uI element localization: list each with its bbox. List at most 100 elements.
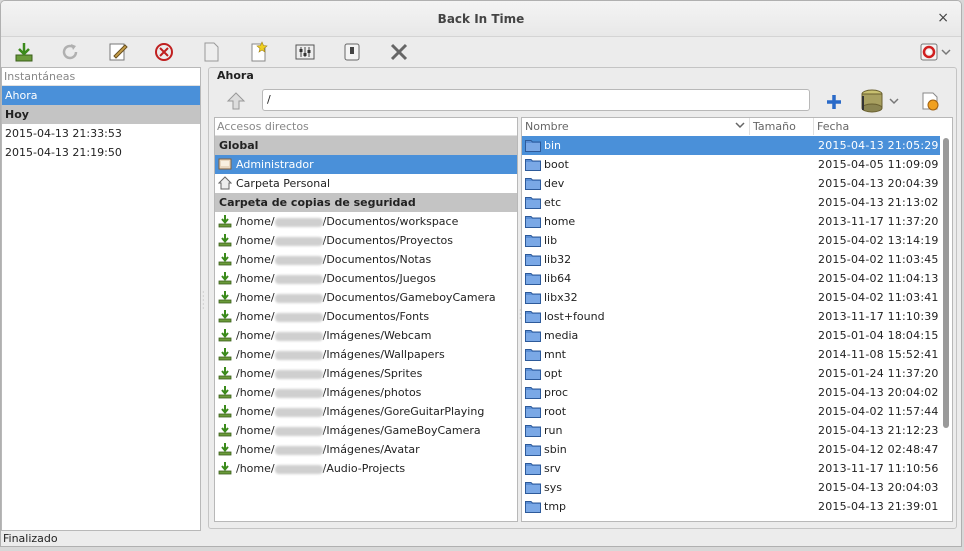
file-name: lost+found — [544, 310, 605, 323]
snapshots-list[interactable]: Instantáneas Ahora Hoy 2015-04-13 21:33:… — [1, 67, 201, 531]
file-name: lib32 — [544, 253, 572, 266]
backup-folder-icon — [218, 214, 232, 228]
file-row[interactable]: mnt 2014-11-08 15:52:41 — [522, 345, 940, 364]
file-date: 2015-04-02 11:03:41 — [818, 291, 939, 304]
shortcut-backup-folder[interactable]: /home/ /Imágenes/Webcam — [215, 326, 517, 345]
file-row[interactable]: lost+found 2013-11-17 11:10:39 — [522, 307, 940, 326]
redacted-username — [274, 369, 323, 379]
view-log-icon[interactable] — [200, 41, 222, 63]
file-row[interactable]: opt 2015-01-24 11:37:20 — [522, 364, 940, 383]
file-name: home — [544, 215, 576, 228]
path-suffix: /Imágenes/Webcam — [322, 329, 432, 342]
file-row[interactable]: tmp 2015-04-13 21:39:01 — [522, 497, 940, 516]
file-date: 2015-04-13 21:12:23 — [818, 424, 939, 437]
take-snapshot-icon[interactable] — [13, 41, 35, 63]
exit-icon[interactable] — [388, 41, 410, 63]
add-icon[interactable] — [824, 92, 844, 112]
shortcut-backup-folder[interactable]: /home/ /Audio-Projects — [215, 459, 517, 478]
file-row[interactable]: root 2015-04-02 11:57:44 — [522, 402, 940, 421]
restore-drive-icon[interactable] — [859, 88, 887, 114]
file-date: 2015-04-13 20:04:39 — [818, 177, 939, 190]
file-date: 2015-04-13 20:04:03 — [818, 481, 939, 494]
path-suffix: /Documentos/workspace — [322, 215, 459, 228]
shortcut-administrator[interactable]: Administrador — [215, 155, 517, 174]
snapshot-now[interactable]: Ahora — [2, 86, 200, 105]
shortcut-backup-folder[interactable]: /home/ /Imágenes/Sprites — [215, 364, 517, 383]
folder-icon — [525, 139, 541, 152]
column-header-size[interactable]: Tamaño — [750, 118, 814, 135]
file-date: 2015-04-13 21:13:02 — [818, 196, 939, 209]
file-row[interactable]: run 2015-04-13 21:12:23 — [522, 421, 940, 440]
go-up-icon[interactable] — [225, 90, 247, 112]
status-text: Finalizado — [3, 532, 58, 545]
refresh-icon[interactable] — [59, 41, 81, 63]
shortcut-home[interactable]: Carpeta Personal — [215, 174, 517, 193]
file-row[interactable]: lib 2015-04-02 13:14:19 — [522, 231, 940, 250]
remove-snapshot-icon[interactable] — [153, 41, 175, 63]
file-date: 2013-11-17 11:37:20 — [818, 215, 939, 228]
help-icon[interactable] — [919, 41, 941, 63]
file-row[interactable]: boot 2015-04-05 11:09:09 — [522, 155, 940, 174]
restore-menu-chevron-down-icon[interactable] — [888, 94, 900, 108]
backup-folder-icon — [218, 442, 232, 456]
folder-icon — [525, 329, 541, 342]
file-date: 2013-11-17 11:10:39 — [818, 310, 939, 323]
shortcut-backup-folder[interactable]: /home/ /Documentos/Juegos — [215, 269, 517, 288]
file-row[interactable]: media 2015-01-04 18:04:15 — [522, 326, 940, 345]
folder-icon — [525, 215, 541, 228]
backup-folder-icon — [218, 385, 232, 399]
file-name: lib64 — [544, 272, 572, 285]
files-scrollbar[interactable] — [942, 138, 950, 518]
shortcut-backup-folder[interactable]: /home/ /Imágenes/GoreGuitarPlaying — [215, 402, 517, 421]
folder-icon — [525, 158, 541, 171]
path-prefix: /home/ — [236, 424, 275, 437]
view-last-log-icon[interactable] — [247, 41, 269, 63]
close-button[interactable]: × — [937, 10, 949, 26]
shortcut-backup-folder[interactable]: /home/ /Documentos/GameboyCamera — [215, 288, 517, 307]
settings-icon[interactable] — [294, 41, 316, 63]
shortcut-backup-folder[interactable]: /home/ /Documentos/workspace — [215, 212, 517, 231]
file-date: 2015-04-02 11:57:44 — [818, 405, 939, 418]
shortcut-backup-folder[interactable]: /home/ /Imágenes/GameBoyCamera — [215, 421, 517, 440]
shortcut-backup-folder[interactable]: /home/ /Imágenes/Wallpapers — [215, 345, 517, 364]
help-menu-chevron-down-icon[interactable] — [939, 41, 953, 63]
file-row[interactable]: sys 2015-04-13 20:04:03 — [522, 478, 940, 497]
path-prefix: /home/ — [236, 443, 275, 456]
splitter-handle[interactable]: · · · · · — [202, 289, 205, 313]
file-row[interactable]: srv 2013-11-17 11:10:56 — [522, 459, 940, 478]
file-name: media — [544, 329, 579, 342]
file-row[interactable]: sbin 2015-04-12 02:48:47 — [522, 440, 940, 459]
file-date: 2015-01-04 18:04:15 — [818, 329, 939, 342]
redacted-username — [274, 350, 323, 360]
file-row[interactable]: libx32 2015-04-02 11:03:41 — [522, 288, 940, 307]
path-input[interactable]: / — [262, 89, 810, 111]
shortcuts-group-backup: Carpeta de copias de seguridad — [215, 193, 517, 212]
shortcuts-pane[interactable]: Accesos directos Global Administrador Ca… — [214, 117, 518, 522]
file-row[interactable]: home 2013-11-17 11:37:20 — [522, 212, 940, 231]
shutdown-icon[interactable] — [341, 41, 363, 63]
file-row[interactable]: bin 2015-04-13 21:05:29 — [522, 136, 940, 155]
snapshot-item[interactable]: 2015-04-13 21:33:53 — [2, 124, 200, 143]
file-date: 2014-11-08 15:52:41 — [818, 348, 939, 361]
files-pane[interactable]: Nombre Tamaño Fecha bin 2015-04-13 21:05:… — [521, 117, 953, 522]
shortcut-backup-folder[interactable]: /home/ /Imágenes/Avatar — [215, 440, 517, 459]
file-name: mnt — [544, 348, 566, 361]
snapshots-dialog-icon[interactable] — [919, 90, 941, 112]
scrollbar-thumb[interactable] — [943, 138, 949, 428]
shortcut-backup-folder[interactable]: /home/ /Documentos/Proyectos — [215, 231, 517, 250]
file-row[interactable]: proc 2015-04-13 20:04:02 — [522, 383, 940, 402]
folder-icon — [525, 234, 541, 247]
snapshot-item[interactable]: 2015-04-13 21:19:50 — [2, 143, 200, 162]
shortcut-backup-folder[interactable]: /home/ /Documentos/Fonts — [215, 307, 517, 326]
file-row[interactable]: lib32 2015-04-02 11:03:45 — [522, 250, 940, 269]
title-bar[interactable]: Back In Time × — [1, 1, 961, 37]
shortcut-backup-folder[interactable]: /home/ /Documentos/Notas — [215, 250, 517, 269]
file-row[interactable]: lib64 2015-04-02 11:04:13 — [522, 269, 940, 288]
file-row[interactable]: dev 2015-04-13 20:04:39 — [522, 174, 940, 193]
file-date: 2015-04-13 21:39:01 — [818, 500, 939, 513]
edit-name-icon[interactable] — [107, 41, 129, 63]
shortcut-backup-folder[interactable]: /home/ /Imágenes/photos — [215, 383, 517, 402]
column-header-date[interactable]: Fecha — [814, 118, 940, 135]
file-row[interactable]: etc 2015-04-13 21:13:02 — [522, 193, 940, 212]
column-header-name[interactable]: Nombre — [522, 118, 750, 135]
